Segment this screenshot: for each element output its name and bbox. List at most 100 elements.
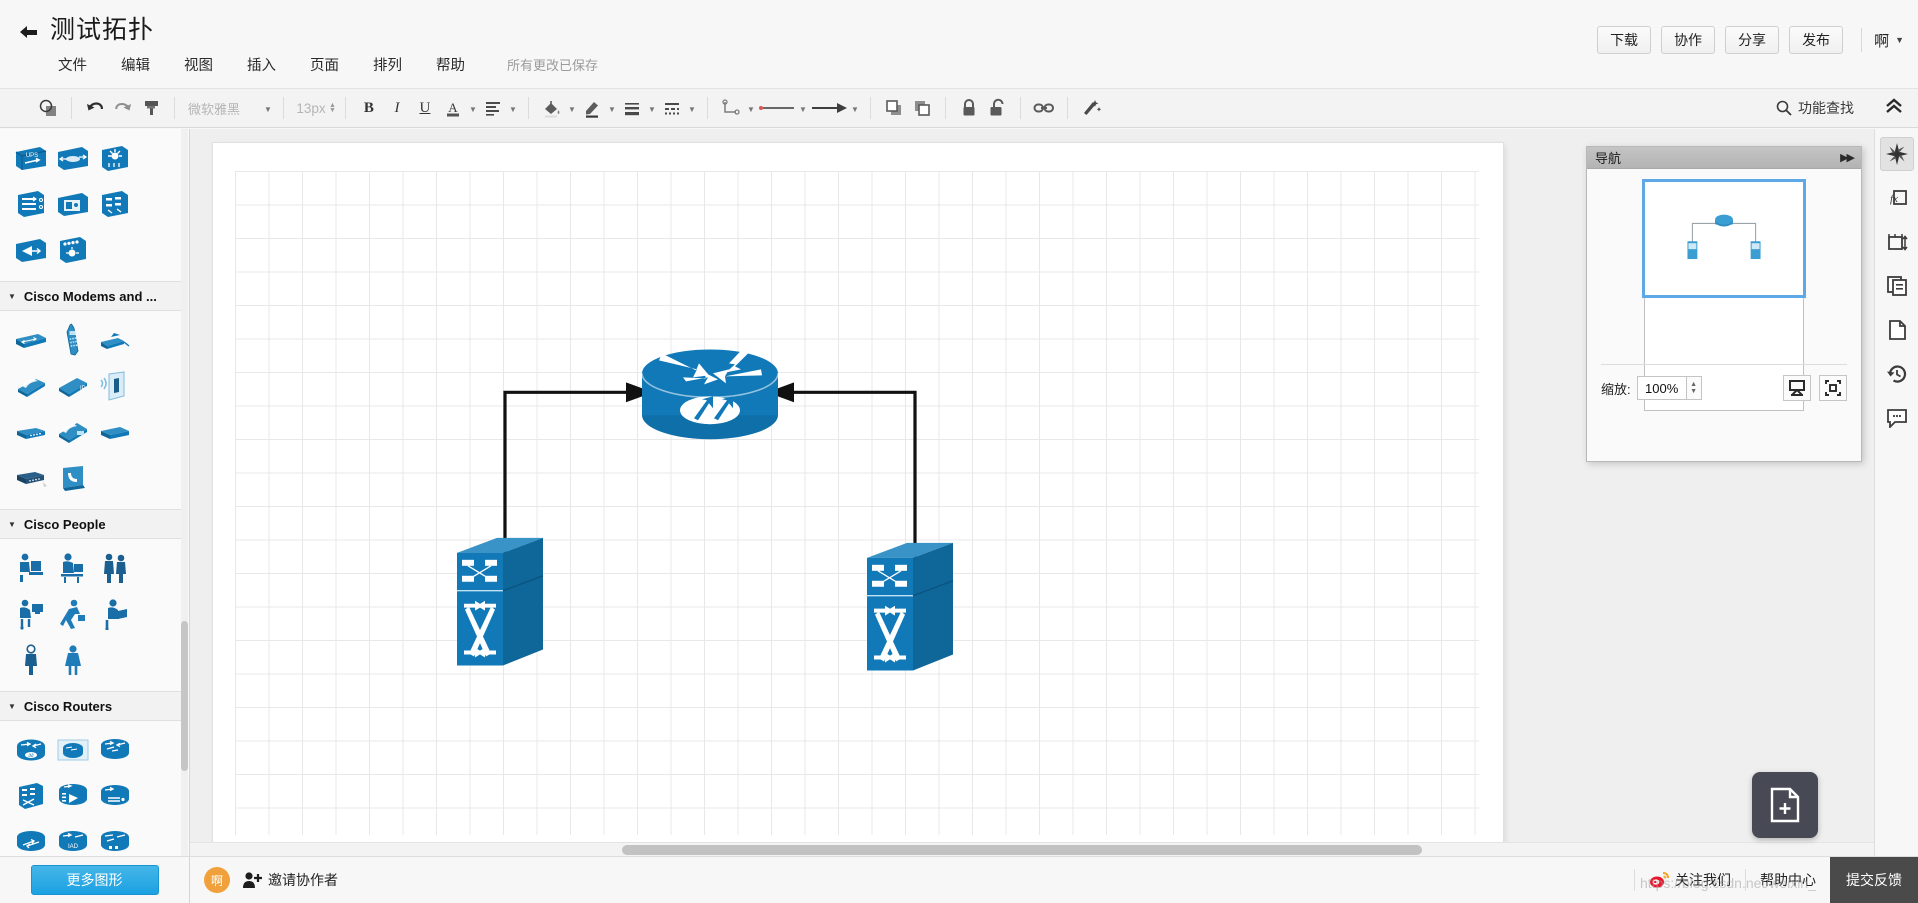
- shape-optical-transport-icon[interactable]: [52, 227, 94, 273]
- line-weight-icon[interactable]: [618, 94, 646, 122]
- chevron-down-icon[interactable]: ▼: [686, 95, 698, 121]
- shape-standing-man-icon[interactable]: [10, 637, 52, 683]
- history-icon[interactable]: [1880, 357, 1914, 391]
- shape-modem-flat-icon[interactable]: [94, 409, 136, 455]
- shape-multilayer-switch-icon[interactable]: [94, 181, 136, 227]
- menu-insert[interactable]: 插入: [237, 52, 286, 77]
- back-arrow-icon[interactable]: [12, 16, 46, 50]
- shape-optical-switch-icon[interactable]: [94, 135, 136, 181]
- shape-person-laptop-icon[interactable]: [94, 591, 136, 637]
- shape-person-workstation-icon[interactable]: [10, 591, 52, 637]
- chevron-down-icon[interactable]: ▼: [745, 95, 757, 121]
- navigator-titlebar[interactable]: 导航 ▶▶: [1587, 147, 1861, 169]
- layers-icon[interactable]: [1880, 269, 1914, 303]
- chevron-down-icon[interactable]: ▼: [797, 95, 809, 121]
- publish-button[interactable]: 发布: [1789, 26, 1844, 54]
- shape-router-box-icon[interactable]: [52, 727, 94, 773]
- collapse-toolbar-icon[interactable]: [1884, 97, 1904, 120]
- chevron-down-icon[interactable]: ▼: [262, 95, 274, 121]
- underline-button[interactable]: U: [411, 94, 439, 122]
- follow-us-button[interactable]: 关注我们: [1635, 857, 1745, 903]
- shape-iad-router-icon[interactable]: IAD: [52, 819, 94, 856]
- shape-edge-router-icon[interactable]: [94, 773, 136, 819]
- shape-ups-icon[interactable]: UPS: [10, 135, 52, 181]
- arrow-type-icon[interactable]: [809, 94, 849, 122]
- invite-collaborator-button[interactable]: 邀请协作者: [242, 870, 338, 890]
- shape-person-computer-icon[interactable]: [52, 545, 94, 591]
- line-color-icon[interactable]: [578, 94, 606, 122]
- shape-select-icon[interactable]: [34, 94, 62, 122]
- fill-color-icon[interactable]: [538, 94, 566, 122]
- shape-pbx-phone-icon[interactable]: [52, 409, 94, 455]
- comment-icon[interactable]: [1880, 401, 1914, 435]
- shape-phone-kiosk-icon[interactable]: [94, 363, 136, 409]
- navigator-viewport[interactable]: [1642, 179, 1806, 298]
- send-to-back-icon[interactable]: [908, 94, 936, 122]
- collaborate-button[interactable]: 协作: [1661, 26, 1716, 54]
- line-style-icon[interactable]: [658, 94, 686, 122]
- fit-page-icon[interactable]: [1783, 375, 1811, 401]
- shape-ip-desk-phone-icon[interactable]: IP: [52, 363, 94, 409]
- shape-rack-server-icon[interactable]: [10, 181, 52, 227]
- bring-to-front-icon[interactable]: [880, 94, 908, 122]
- undo-icon[interactable]: [81, 94, 109, 122]
- connector-type-icon[interactable]: [717, 94, 745, 122]
- page-icon[interactable]: [1880, 313, 1914, 347]
- line-type-icon[interactable]: [757, 94, 797, 122]
- canvas-hscrollbar-track[interactable]: [190, 842, 1918, 856]
- chevron-down-icon[interactable]: ▼: [507, 95, 519, 121]
- format-fx-icon[interactable]: fx: [1880, 181, 1914, 215]
- category-cisco-modems[interactable]: ▼ Cisco Modems and ...: [0, 281, 181, 311]
- chevron-down-icon[interactable]: ▼: [606, 95, 618, 121]
- chevron-down-icon[interactable]: ▼: [646, 95, 658, 121]
- shape-voice-gateway-icon[interactable]: [52, 455, 94, 501]
- node-router1[interactable]: [641, 348, 779, 440]
- shape-layer3-switch-icon[interactable]: [10, 773, 52, 819]
- download-button[interactable]: 下载: [1597, 26, 1652, 54]
- chevron-down-icon[interactable]: ▼: [849, 95, 861, 121]
- shape-directional-switch-icon[interactable]: [10, 227, 52, 273]
- shape-person-desk-icon[interactable]: [10, 545, 52, 591]
- shape-nat-router-icon[interactable]: [94, 819, 136, 856]
- shape-person-running-icon[interactable]: [52, 591, 94, 637]
- shape-library-scroll[interactable]: UPS ▼ Cisco Modems and ... IP ▼ Cisco Pe…: [0, 129, 181, 856]
- font-size-input[interactable]: 13px ▲ ▼: [295, 101, 336, 116]
- shape-panel-scrollbar[interactable]: [181, 621, 188, 771]
- font-size-stepper[interactable]: ▲ ▼: [329, 102, 336, 114]
- shape-storage-router-icon[interactable]: [52, 135, 94, 181]
- shape-asymmetric-router-icon[interactable]: [10, 819, 52, 856]
- navigator-icon[interactable]: [1879, 137, 1914, 171]
- menu-file[interactable]: 文件: [48, 52, 97, 77]
- category-cisco-people[interactable]: ▼ Cisco People: [0, 509, 181, 539]
- fit-selection-icon[interactable]: [1819, 375, 1847, 401]
- format-painter-icon[interactable]: [137, 94, 165, 122]
- shape-access-server-icon[interactable]: [10, 409, 52, 455]
- link-icon[interactable]: [1030, 94, 1058, 122]
- shape-broadcast-router-icon[interactable]: [52, 773, 94, 819]
- size-position-icon[interactable]: [1880, 225, 1914, 259]
- shape-wireless-router-icon[interactable]: ∂∂: [10, 727, 52, 773]
- avatar[interactable]: 啊: [204, 867, 230, 893]
- node-switch1[interactable]: [457, 537, 544, 666]
- zoom-input[interactable]: 100%: [1636, 376, 1687, 400]
- node-switch2[interactable]: [867, 542, 954, 671]
- collapse-navigator-icon[interactable]: ▶▶: [1840, 151, 1855, 164]
- menu-arrange[interactable]: 排列: [363, 52, 412, 77]
- menu-page[interactable]: 页面: [300, 52, 349, 77]
- add-page-button[interactable]: [1752, 772, 1818, 838]
- help-center-button[interactable]: 帮助中心: [1746, 857, 1830, 903]
- chevron-down-icon[interactable]: ▼: [467, 95, 479, 121]
- shape-ip-phone-icon[interactable]: [10, 363, 52, 409]
- shape-standing-woman-icon[interactable]: [52, 637, 94, 683]
- shape-dsl-modem-icon[interactable]: [10, 455, 52, 501]
- shape-wireless-phone-icon[interactable]: [52, 317, 94, 363]
- zoom-stepper[interactable]: ▲ ▼: [1686, 376, 1702, 400]
- lock-icon[interactable]: [955, 94, 983, 122]
- shape-content-engine-icon[interactable]: [52, 181, 94, 227]
- user-menu[interactable]: 啊 ▼: [1874, 30, 1904, 51]
- menu-view[interactable]: 视图: [174, 52, 223, 77]
- chevron-down-icon[interactable]: ▼: [566, 95, 578, 121]
- navigator-panel[interactable]: 导航 ▶▶ 缩放: 100% ▲ ▼: [1586, 146, 1862, 462]
- submit-feedback-button[interactable]: 提交反馈: [1830, 857, 1918, 903]
- canvas-page[interactable]: [213, 143, 1503, 843]
